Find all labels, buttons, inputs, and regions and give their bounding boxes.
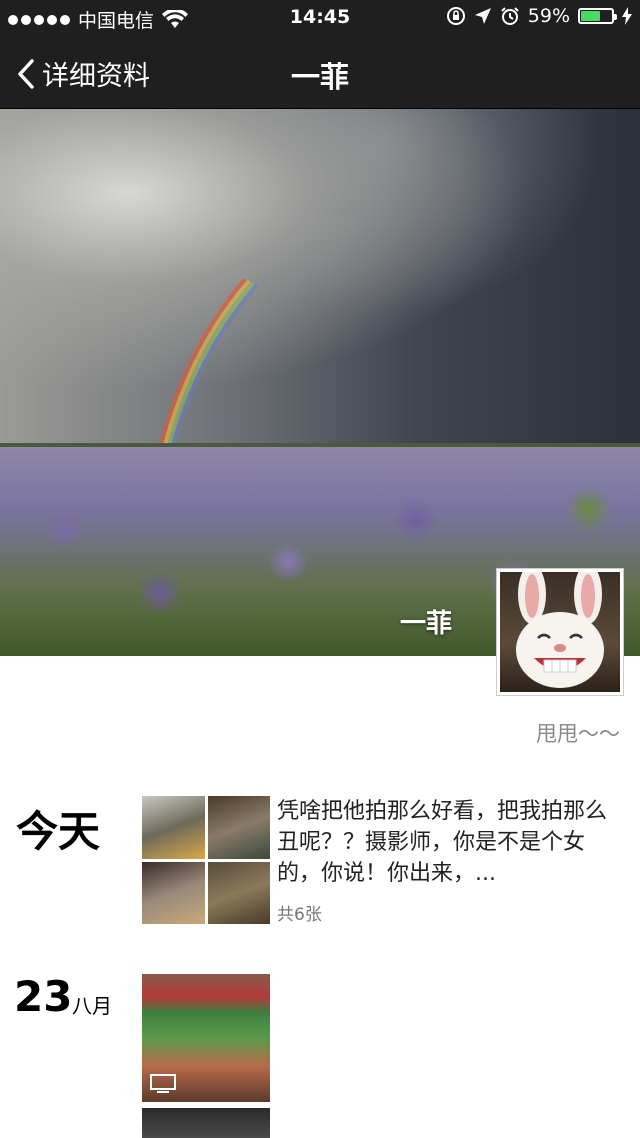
nav-bar: 详细资料 一菲: [0, 36, 640, 109]
rainbow-graphic: [158, 279, 259, 449]
post-month: 八月: [72, 994, 112, 1018]
video-icon: [150, 1074, 176, 1093]
post-text: 凭啥把他拍那么好看，把我拍那么丑呢？？摄影师，你是不是个女的，你说！你出来，..…: [277, 799, 608, 886]
photo-count: 共6张: [277, 905, 322, 925]
moment-post[interactable]: 23 八月: [0, 972, 640, 1138]
photo-grid[interactable]: [142, 796, 270, 924]
cover-sky: [0, 109, 640, 446]
alarm-icon: [501, 7, 519, 25]
charging-icon: [622, 7, 632, 25]
moment-post[interactable]: 今天 凭啥把他拍那么好看，把我拍那么丑呢？？摄影师，你是不是个女的，你说！你出来…: [0, 796, 640, 936]
battery-level: [581, 11, 600, 21]
cover-name: 一菲: [400, 609, 453, 639]
battery-percent: 59%: [527, 5, 570, 27]
location-icon: [474, 8, 491, 24]
page-title: 一菲: [290, 60, 349, 94]
photo-thumbnail[interactable]: [207, 861, 270, 924]
rabbit-face-icon: [516, 572, 604, 688]
photo-thumbnail[interactable]: [142, 796, 205, 859]
status-bar: 中国电信 14:45 59%: [0, 0, 640, 36]
rabbit-avatar-image: [500, 572, 620, 692]
video-thumbnail[interactable]: [142, 1108, 270, 1138]
avatar[interactable]: [496, 568, 624, 696]
video-thumbnail[interactable]: [142, 974, 270, 1102]
post-day: 23: [14, 972, 73, 1021]
battery-icon: [578, 8, 617, 24]
photo-thumbnail[interactable]: [207, 796, 270, 859]
photo-thumbnail[interactable]: [142, 861, 205, 924]
post-date: 今天: [16, 807, 101, 856]
orientation-lock-icon: [446, 7, 465, 25]
signature-text: 甩甩～～: [536, 722, 620, 746]
status-right: 59%: [446, 5, 632, 27]
